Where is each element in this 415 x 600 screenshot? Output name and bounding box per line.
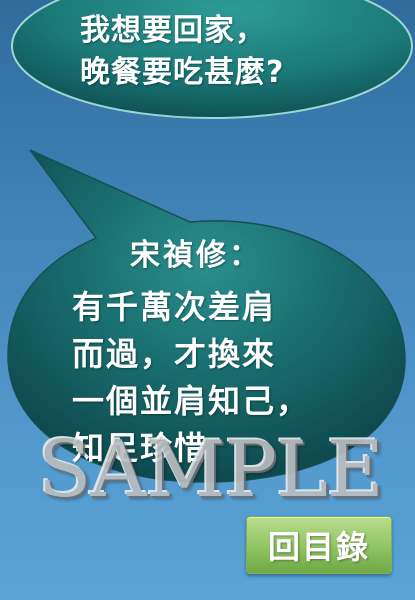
page: 我想要回家， 晚餐要吃甚麼? 宋禎修： 有千萬次差肩 而過，才換來 一個並肩知己… [0, 0, 415, 600]
sample-watermark: SAMPLE [38, 425, 384, 515]
main-bubble-line-2: 而過，才換來 [72, 335, 277, 373]
main-bubble-line-1: 有千萬次差肩 [72, 288, 277, 326]
top-bubble-line-1: 我想要回家， [80, 13, 266, 48]
top-bubble-line-2: 晚餐要吃甚麼? [80, 55, 285, 90]
main-bubble-line-3: 一個並肩知己， [72, 382, 311, 420]
back-to-contents-label: 回目錄 [267, 528, 370, 566]
top-bubble-text: 我想要回家， 晚餐要吃甚麼? [80, 10, 284, 94]
back-to-contents-button[interactable]: 回目錄 [246, 516, 392, 574]
main-bubble-title: 宋禎修： [130, 238, 262, 273]
